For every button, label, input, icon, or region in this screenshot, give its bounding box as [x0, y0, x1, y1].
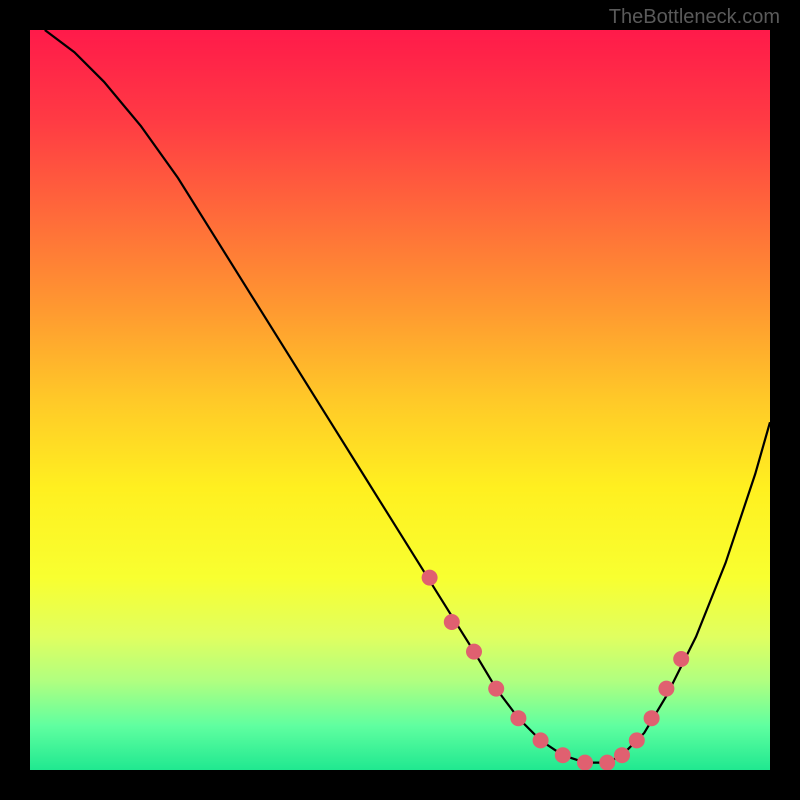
- chart-plot-area: [30, 30, 770, 770]
- curve-marker: [444, 614, 460, 630]
- curve-marker: [488, 681, 504, 697]
- chart-svg: [30, 30, 770, 770]
- curve-marker: [577, 755, 593, 770]
- curve-marker: [533, 732, 549, 748]
- curve-marker: [422, 570, 438, 586]
- curve-marker: [614, 747, 630, 763]
- curve-marker: [629, 732, 645, 748]
- curve-marker: [599, 755, 615, 770]
- curve-marker: [673, 651, 689, 667]
- curve-markers: [422, 570, 690, 770]
- curve-marker: [658, 681, 674, 697]
- curve-marker: [510, 710, 526, 726]
- curve-marker: [466, 644, 482, 660]
- watermark-text: TheBottleneck.com: [609, 6, 780, 29]
- curve-marker: [555, 747, 571, 763]
- bottleneck-curve: [45, 30, 770, 763]
- curve-marker: [644, 710, 660, 726]
